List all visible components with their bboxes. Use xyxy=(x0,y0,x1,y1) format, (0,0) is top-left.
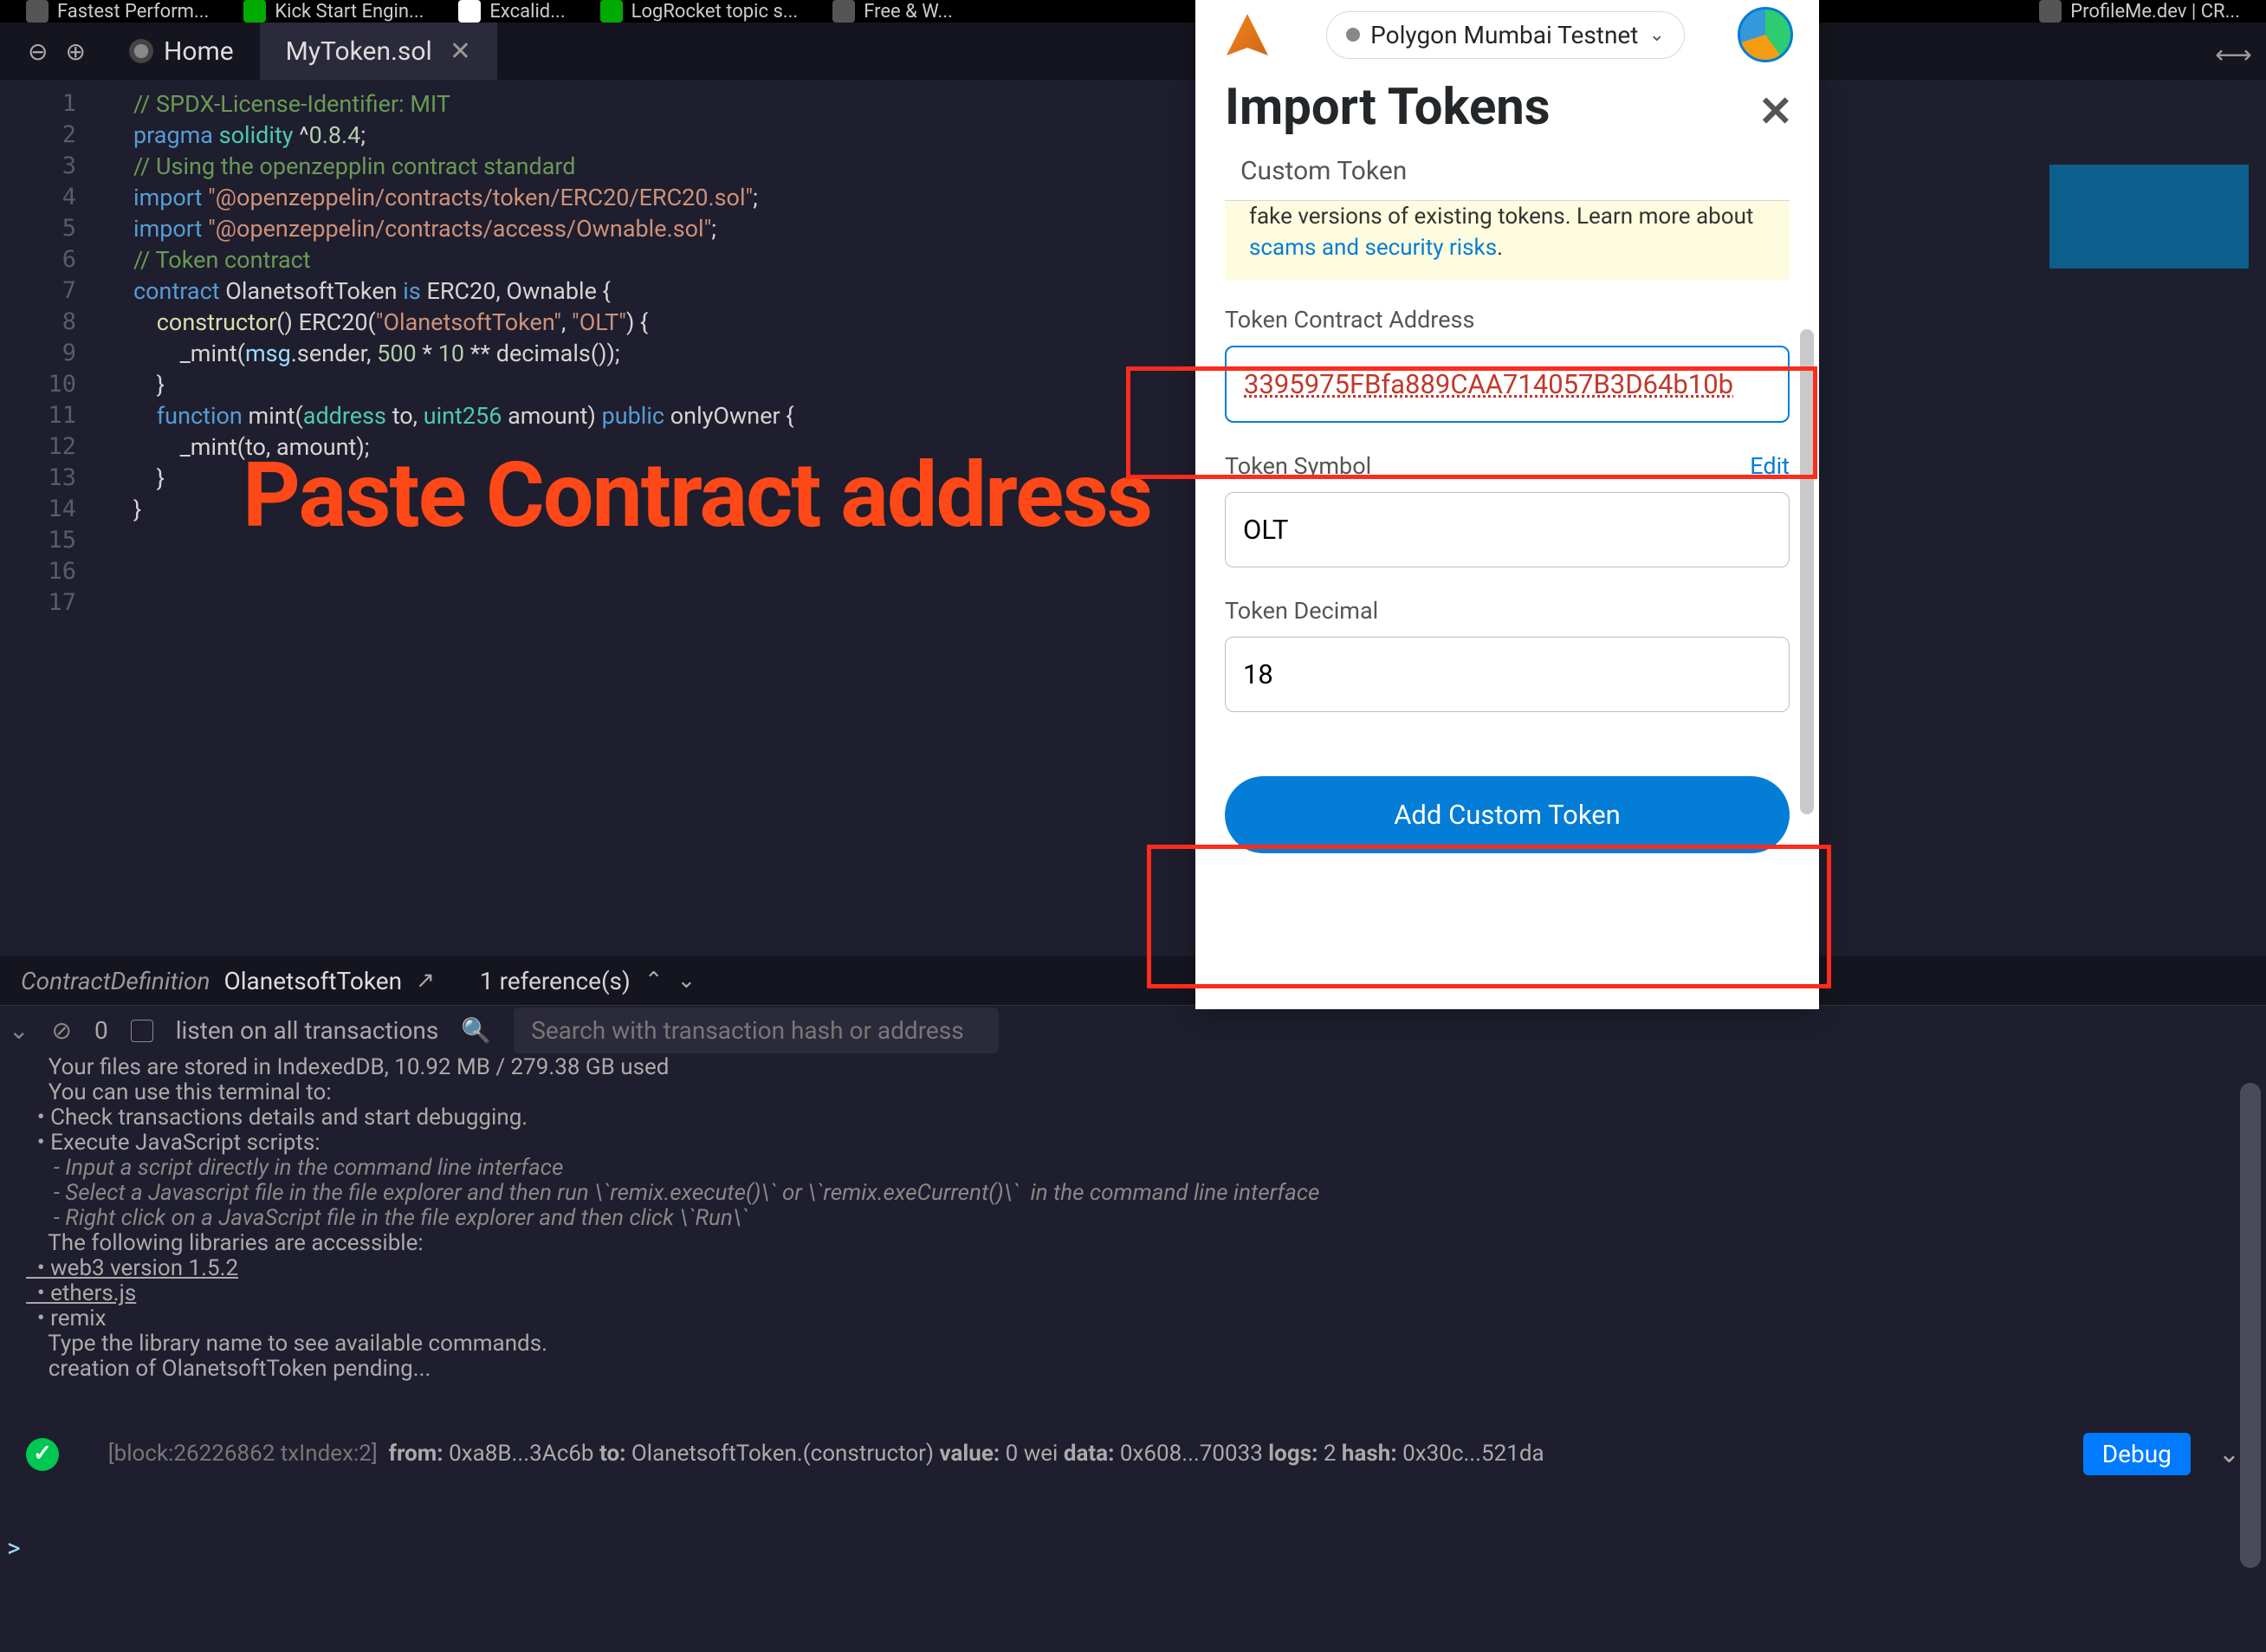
network-selector[interactable]: Polygon Mumbai Testnet ⌄ xyxy=(1326,11,1685,59)
breadcrumb-type: ContractDefinition xyxy=(21,967,210,995)
listen-label: listen on all transactions xyxy=(176,1016,439,1045)
metamask-fox-icon[interactable] xyxy=(1221,9,1273,61)
metamask-header: Polygon Mumbai Testnet ⌄ xyxy=(1195,0,1819,69)
zoom-in-icon[interactable]: ⊕ xyxy=(65,37,85,66)
debug-button[interactable]: Debug xyxy=(2083,1433,2191,1475)
home-icon xyxy=(129,39,153,63)
add-custom-token-button[interactable]: Add Custom Token xyxy=(1225,776,1790,853)
chevron-down-icon[interactable]: ⌄ xyxy=(677,968,696,994)
block-icon[interactable]: ⊘ xyxy=(51,1016,71,1045)
bookmark-icon xyxy=(600,0,623,23)
bookmark-label: Kick Start Engin... xyxy=(275,1,424,23)
bookmark-icon xyxy=(458,0,481,23)
tab-bar: ⊖ ⊕ Home MyToken.sol ✕ ⟷ xyxy=(0,23,2266,80)
tab-custom-token[interactable]: Custom Token xyxy=(1225,142,1422,200)
chevron-up-icon[interactable]: ⌃ xyxy=(644,968,664,994)
transaction-search-input[interactable]: Search with transaction hash or address xyxy=(514,1007,999,1053)
chevron-down-icon: ⌄ xyxy=(1648,24,1664,46)
bookmark-item[interactable]: LogRocket topic s... xyxy=(600,0,799,23)
chevron-down-icon[interactable]: ⌄ xyxy=(2218,1441,2240,1467)
popup-title: Import Tokens xyxy=(1225,78,1790,137)
transaction-row[interactable]: ✓ [block:26226862 txIndex:2] from: 0xa8B… xyxy=(26,1416,2240,1492)
tab-home[interactable]: Home xyxy=(103,23,260,80)
address-label: Token Contract Address xyxy=(1225,306,1790,334)
bookmark-item[interactable]: Free & W... xyxy=(832,0,953,23)
close-icon[interactable]: ✕ xyxy=(1758,87,1793,136)
listen-checkbox[interactable] xyxy=(131,1020,153,1042)
annotation-text: Paste Contract address xyxy=(243,444,1151,548)
close-icon[interactable]: ✕ xyxy=(450,36,471,67)
bookmark-icon xyxy=(26,0,49,23)
terminal-prompt[interactable]: > xyxy=(7,1536,21,1561)
bookmark-item[interactable]: Fastest Perform... xyxy=(26,0,209,23)
tab-label: Home xyxy=(164,36,234,67)
bookmark-item[interactable]: ProfileMe.dev | CR... xyxy=(2039,0,2240,23)
account-avatar[interactable] xyxy=(1738,7,1793,62)
bookmark-icon xyxy=(2039,0,2062,23)
warning-banner: fake versions of existing tokens. Learn … xyxy=(1225,201,1790,280)
search-icon[interactable]: 🔍 xyxy=(461,1016,491,1045)
breadcrumb-name: OlanetsoftToken xyxy=(223,967,402,995)
zoom-controls: ⊖ ⊕ xyxy=(10,37,103,66)
bookmark-label: LogRocket topic s... xyxy=(631,1,799,23)
network-status-dot xyxy=(1346,28,1360,42)
bookmark-label: Excalid... xyxy=(489,1,565,23)
bookmark-item[interactable]: Kick Start Engin... xyxy=(243,0,424,23)
token-decimal-input[interactable] xyxy=(1225,637,1790,712)
chevron-icon[interactable]: ⌄ xyxy=(9,1016,29,1045)
scrollbar[interactable] xyxy=(2240,1083,2261,1568)
expand-icon[interactable]: ⟷ xyxy=(2215,40,2252,70)
pending-count: 0 xyxy=(94,1016,108,1045)
debug-bar: ⌄ ⊘ 0 listen on all transactions 🔍 Searc… xyxy=(0,1005,2266,1055)
references-count[interactable]: 1 reference(s) xyxy=(480,967,631,995)
breadcrumb-bar: ContractDefinition OlanetsoftToken ↗ 1 r… xyxy=(0,956,2266,1005)
metamask-popup: Polygon Mumbai Testnet ⌄ Import Tokens ✕… xyxy=(1195,0,1819,1009)
decimal-label: Token Decimal xyxy=(1225,597,1790,625)
network-label: Polygon Mumbai Testnet xyxy=(1370,21,1638,49)
bookmark-icon xyxy=(243,0,266,23)
scams-link[interactable]: scams and security risks xyxy=(1249,235,1497,261)
zoom-out-icon[interactable]: ⊖ xyxy=(28,37,48,66)
token-symbol-input[interactable] xyxy=(1225,492,1790,567)
terminal[interactable]: Your files are stored in IndexedDB, 10.9… xyxy=(0,1055,2266,1575)
annotation-highlight xyxy=(1126,366,1817,479)
metamask-body: Import Tokens ✕ Custom Token fake versio… xyxy=(1195,69,1819,1009)
import-tabs: Custom Token xyxy=(1225,142,1790,201)
check-icon: ✓ xyxy=(26,1438,59,1471)
share-icon[interactable]: ↗ xyxy=(416,968,435,994)
bookmark-label: Fastest Perform... xyxy=(57,1,209,23)
tab-label: MyToken.sol xyxy=(286,36,432,67)
gutter: 1234567891011121314151617 xyxy=(0,80,95,956)
tab-file[interactable]: MyToken.sol ✕ xyxy=(260,23,497,80)
bookmark-label: ProfileMe.dev | CR... xyxy=(2070,1,2240,23)
annotation-highlight xyxy=(1147,845,1831,988)
transaction-text: [block:26226862 txIndex:2] from: 0xa8B..… xyxy=(74,1416,2068,1492)
bookmark-item[interactable]: Excalid... xyxy=(458,0,565,23)
bookmarks-bar: Fastest Perform... Kick Start Engin... E… xyxy=(0,0,2266,23)
bookmark-label: Free & W... xyxy=(864,1,953,23)
code-editor[interactable]: 1234567891011121314151617 // SPDX-Licens… xyxy=(0,80,2266,956)
bookmark-icon xyxy=(832,0,855,23)
